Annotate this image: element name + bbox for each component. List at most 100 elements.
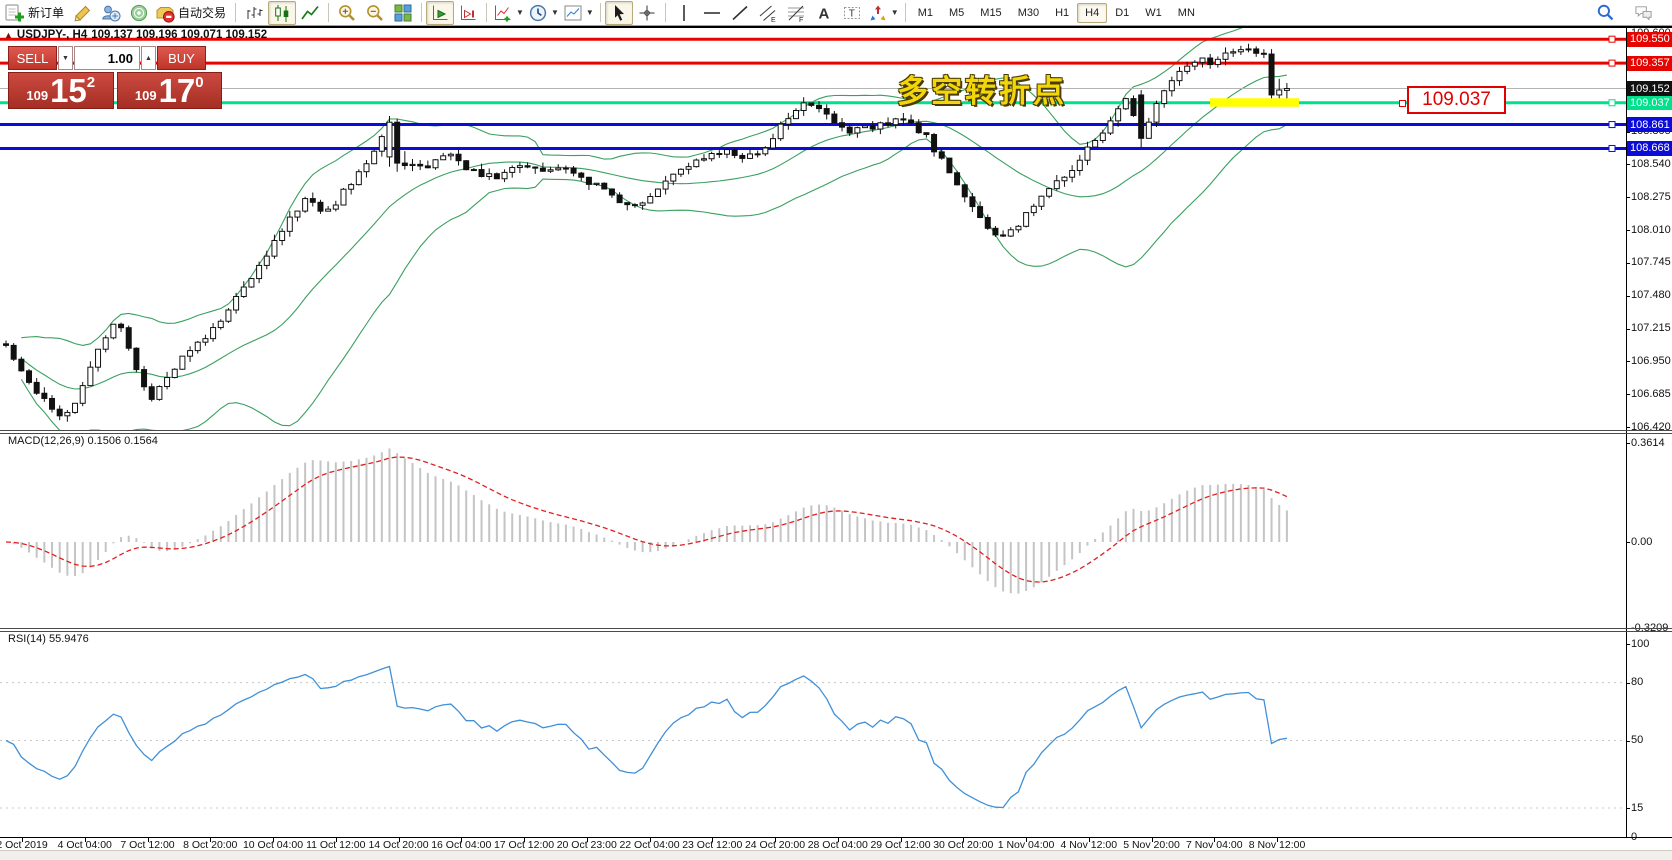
timeframe-d1[interactable]: D1 — [1107, 3, 1137, 23]
candlestick-chart — [0, 27, 1626, 430]
autotrading-button[interactable]: 自动交易 — [153, 1, 231, 25]
macd-splitter[interactable] — [0, 430, 1672, 431]
cursor-button[interactable] — [605, 1, 633, 25]
timeframe-m5[interactable]: M5 — [941, 3, 972, 23]
toolbar-separator — [665, 3, 666, 22]
svg-text:A: A — [818, 5, 829, 22]
line-price-badge: 108.861 — [1627, 117, 1672, 132]
vertical-line-icon — [674, 3, 694, 23]
trendline-button[interactable] — [726, 1, 754, 25]
buy-button[interactable]: BUY — [157, 46, 206, 70]
chart-annotation-text[interactable]: 多空转折点 — [897, 66, 1067, 111]
macd-splitter-line2[interactable] — [0, 433, 1672, 434]
timeframe-m15[interactable]: M15 — [972, 3, 1009, 23]
profiles-icon — [101, 3, 121, 23]
chart-shift-button[interactable] — [454, 1, 482, 25]
timeframe-h1[interactable]: H1 — [1047, 3, 1077, 23]
new-order-button[interactable]: 新订单 — [3, 1, 69, 25]
chevron-down-icon[interactable]: ▼ — [891, 8, 899, 17]
horizontal-line-button[interactable] — [698, 1, 726, 25]
timeframe-w1[interactable]: W1 — [1137, 3, 1170, 23]
chart-shift-icon — [458, 3, 478, 23]
indicators-icon — [493, 3, 513, 23]
bar-chart-button[interactable] — [240, 1, 268, 25]
one-click-trade-panel: SELL ▼ ▲ BUY 109 15 2 109 17 0 — [8, 46, 222, 109]
crosshair-button[interactable] — [633, 1, 661, 25]
styler-button[interactable] — [69, 1, 97, 25]
trading-terminal: 新订单 自动交易 ▼ ▼ ▼ EFAT ▼ M1M5M15M30H1H4D1W1MN 109.… — [0, 0, 1672, 860]
axis-tick-label: 107.215 — [1631, 322, 1671, 334]
timeframe-mn[interactable]: MN — [1170, 3, 1203, 23]
rsi-splitter-line2[interactable] — [0, 631, 1672, 632]
new-order-button-label: 新订单 — [27, 4, 67, 21]
chat-button[interactable] — [1629, 1, 1657, 25]
templates-button[interactable]: ▼ — [561, 1, 596, 25]
toolbar-separator — [421, 3, 422, 22]
macd-axis-label: 0.3614 — [1631, 437, 1665, 449]
yellow-highlight-bar — [1210, 98, 1299, 107]
search-icon — [1596, 3, 1615, 22]
tile-windows-icon — [393, 3, 413, 23]
channel-button[interactable]: E — [754, 1, 782, 25]
rsi-axis-label: 15 — [1631, 802, 1643, 814]
axis-tick-label: 107.745 — [1631, 256, 1671, 268]
sell-price-big: 15 — [50, 76, 87, 106]
callout-anchor-handle[interactable] — [1399, 100, 1406, 107]
label-button[interactable]: T — [838, 1, 866, 25]
chevron-down-icon[interactable]: ▼ — [516, 8, 524, 17]
volume-decrement-button[interactable]: ▼ — [58, 46, 73, 70]
timeframe-m30[interactable]: M30 — [1010, 3, 1047, 23]
periods-button[interactable]: ▼ — [526, 1, 561, 25]
sell-price-sup: 2 — [87, 74, 95, 91]
macd-chart — [0, 434, 1626, 628]
cursor-icon — [609, 3, 629, 23]
volume-increment-button[interactable]: ▲ — [141, 46, 156, 70]
bottom-scroll-strip[interactable] — [0, 850, 1672, 860]
autoscroll-button[interactable] — [426, 1, 454, 25]
sell-price-button[interactable]: 109 15 2 — [8, 72, 114, 109]
candlestick-button[interactable] — [268, 1, 296, 25]
timeframe-m1[interactable]: M1 — [910, 3, 941, 23]
arrows-icon — [868, 3, 888, 23]
buy-price-button[interactable]: 109 17 0 — [117, 72, 223, 109]
line-handle[interactable] — [1609, 36, 1615, 42]
chart-title: ▲ USDJPY-, H4 109.137 109.196 109.071 10… — [4, 29, 267, 41]
profiles-button[interactable] — [97, 1, 125, 25]
toolbar: 新订单 自动交易 ▼ ▼ ▼ EFAT ▼ M1M5M15M30H1H4D1W1MN — [0, 0, 1672, 26]
fibonacci-button[interactable]: F — [782, 1, 810, 25]
zoom-out-button[interactable] — [361, 1, 389, 25]
sell-button[interactable]: SELL — [8, 46, 57, 70]
rsi-splitter[interactable] — [0, 628, 1672, 629]
line-handle[interactable] — [1609, 145, 1615, 151]
timeframe-h4[interactable]: H4 — [1077, 3, 1107, 23]
zoom-in-button[interactable] — [333, 1, 361, 25]
zoom-out-icon — [365, 3, 385, 23]
macd-axis-label: 0.00 — [1631, 536, 1652, 548]
crayon-icon — [73, 3, 93, 23]
periods-icon — [528, 3, 548, 23]
vertical-line-button[interactable] — [670, 1, 698, 25]
text-icon: A — [814, 3, 834, 23]
chevron-down-icon[interactable]: ▼ — [551, 8, 559, 17]
line-price-badge: 109.357 — [1627, 56, 1672, 71]
rsi-axis-label: 100 — [1631, 638, 1649, 650]
tile-windows-button[interactable] — [389, 1, 417, 25]
line-handle[interactable] — [1609, 122, 1615, 128]
line-price-badge: 108.668 — [1627, 141, 1672, 156]
news-button[interactable] — [125, 1, 153, 25]
candlestick-icon — [272, 3, 292, 23]
chevron-down-icon[interactable]: ▼ — [586, 8, 594, 17]
rsi-axis-label: 50 — [1631, 734, 1643, 746]
search-button[interactable] — [1591, 1, 1619, 25]
price-callout-box[interactable]: 109.037 — [1407, 86, 1506, 114]
toolbar-separator — [235, 3, 236, 22]
arrows-button[interactable]: ▼ — [866, 1, 901, 25]
trendline-icon — [730, 3, 750, 23]
line-handle[interactable] — [1609, 60, 1615, 66]
line-chart-button[interactable] — [296, 1, 324, 25]
text-button[interactable]: A — [810, 1, 838, 25]
line-handle[interactable] — [1609, 100, 1615, 106]
sell-price-prefix: 109 — [26, 88, 48, 103]
indicators-button[interactable]: ▼ — [491, 1, 526, 25]
volume-input[interactable] — [74, 46, 140, 70]
